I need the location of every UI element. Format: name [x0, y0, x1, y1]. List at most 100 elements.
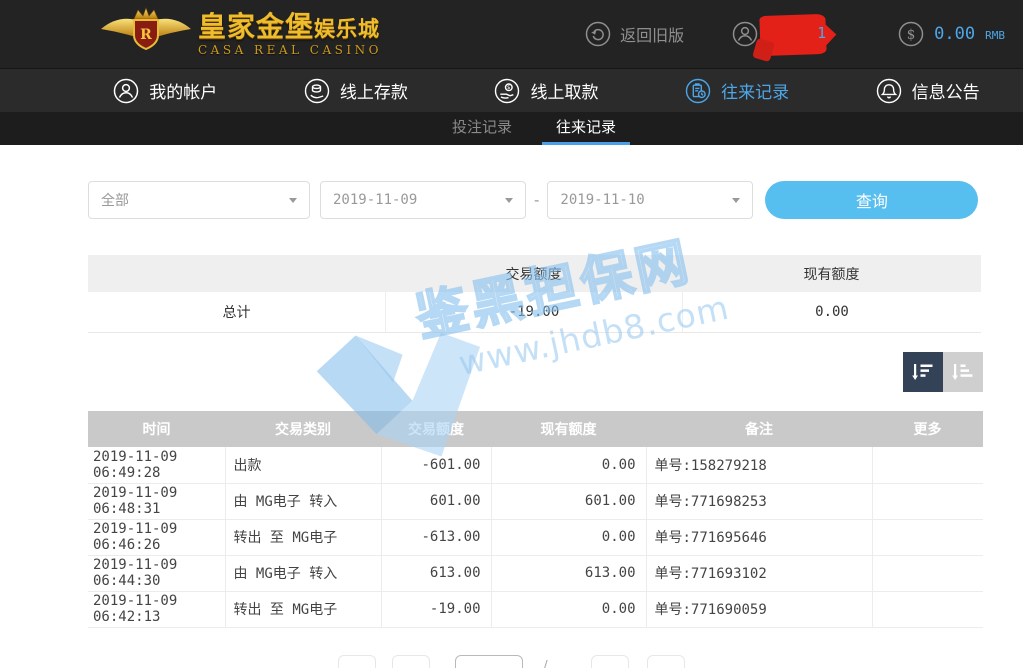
type-select[interactable]: 全部	[88, 181, 310, 219]
summary-header-transaction: 交易额度	[385, 264, 682, 284]
nav-item-online-withdrawal[interactable]: $ 线上取款	[451, 78, 642, 104]
first-page-button[interactable]	[338, 655, 376, 668]
cell-time: 2019-11-09 06:49:28	[88, 447, 225, 483]
withdraw-icon: $	[494, 78, 520, 104]
date-range-separator: -	[534, 191, 539, 209]
dollar-icon: $	[898, 21, 924, 47]
back-icon	[585, 21, 611, 47]
prev-page-button[interactable]	[392, 655, 430, 668]
records-table-header: 时间 交易类别 交易额度 现有额度 备注 更多	[88, 411, 983, 447]
sort-ascending-icon	[952, 361, 974, 383]
type-select-value: 全部	[101, 190, 129, 210]
date-from-select[interactable]: 2019-11-09	[320, 181, 526, 219]
cell-note: 单号:158279218	[646, 447, 872, 483]
cell-amount: 613.00	[381, 555, 491, 591]
deposit-icon	[304, 78, 330, 104]
cell-more	[872, 591, 983, 627]
main-nav: 我的帐户 线上存款 $ 线上取款 往来记录	[0, 68, 1023, 112]
cell-note: 单号:771693102	[646, 555, 872, 591]
chevron-down-icon	[732, 198, 740, 203]
sort-controls	[903, 352, 983, 392]
brand-subtitle: CASA REAL CASINO	[198, 44, 382, 56]
cell-time: 2019-11-09 06:48:31	[88, 483, 225, 519]
last-page-button[interactable]	[647, 655, 685, 668]
brand-title-main: 皇家金堡	[198, 10, 314, 43]
cell-amount: -613.00	[381, 519, 491, 555]
page-number-input[interactable]	[455, 655, 523, 668]
chevron-down-icon	[289, 198, 297, 203]
user-icon	[113, 78, 139, 104]
svg-text:$: $	[508, 85, 512, 91]
cell-more	[872, 447, 983, 483]
cell-more	[872, 555, 983, 591]
balance-display[interactable]: $ 0.00 RMB	[898, 21, 1005, 47]
col-header-balance: 现有额度	[491, 411, 646, 447]
search-button[interactable]: 查询	[765, 181, 978, 219]
nav-label: 我的帐户	[149, 78, 217, 103]
cell-more	[872, 519, 983, 555]
top-header: R 皇家金堡娱乐城 CASA REAL CASINO 返回旧版 1	[0, 0, 1023, 68]
table-row: 2019-11-09 06:48:31 由 MG电子 转入 601.00 601…	[88, 483, 983, 519]
table-row: 2019-11-09 06:49:28 出款 -601.00 0.00 单号:1…	[88, 447, 983, 483]
table-row: 2019-11-09 06:44:30 由 MG电子 转入 613.00 613…	[88, 555, 983, 591]
records-table: 时间 交易类别 交易额度 现有额度 备注 更多 2019-11-09 06:49…	[88, 411, 983, 628]
cell-type: 转出 至 MG电子	[225, 591, 381, 627]
records-icon	[685, 78, 711, 104]
summary-header-row: 交易额度 现有额度	[88, 255, 981, 292]
summary-balance-total: 0.00	[682, 292, 981, 332]
cell-note: 单号:771690059	[646, 591, 872, 627]
account-info[interactable]: 1	[732, 10, 828, 58]
back-to-old-version-link[interactable]: 返回旧版	[585, 21, 684, 47]
summary-header-balance: 现有额度	[682, 264, 981, 284]
date-to-select[interactable]: 2019-11-10	[547, 181, 753, 219]
date-to-value: 2019-11-10	[560, 192, 644, 208]
cell-amount: -19.00	[381, 591, 491, 627]
brand-emblem-icon: R	[100, 7, 192, 61]
cell-balance: 601.00	[491, 483, 646, 519]
nav-label: 线上存款	[340, 78, 408, 103]
transaction-records-page: { "header": { "logo": { "title_main": "皇…	[0, 0, 1023, 668]
nav-item-announcements[interactable]: 信息公告	[832, 78, 1023, 104]
pagination: /	[0, 655, 1023, 668]
nav-item-transaction-records[interactable]: 往来记录	[642, 78, 833, 104]
cell-note: 单号:771698253	[646, 483, 872, 519]
cell-balance: 0.00	[491, 519, 646, 555]
nav-item-my-account[interactable]: 我的帐户	[70, 78, 261, 104]
username-visible-char: 1	[817, 24, 826, 42]
page-count-separator: /	[543, 659, 547, 668]
balance-amount: 0.00	[934, 24, 975, 44]
cell-amount: 601.00	[381, 483, 491, 519]
chevron-down-icon	[505, 198, 513, 203]
tab-transaction-records[interactable]: 往来记录	[542, 112, 630, 145]
col-header-amount: 交易额度	[381, 411, 491, 447]
cell-balance: 0.00	[491, 447, 646, 483]
tab-betting-records[interactable]: 投注记录	[438, 112, 526, 145]
col-header-type: 交易类别	[225, 411, 381, 447]
sort-descending-button[interactable]	[903, 352, 943, 392]
brand-logo[interactable]: R 皇家金堡娱乐城 CASA REAL CASINO	[100, 7, 382, 61]
sort-descending-icon	[912, 361, 934, 383]
nav-label: 往来记录	[721, 78, 789, 103]
nav-label: 线上取款	[530, 78, 598, 103]
sort-ascending-button[interactable]	[943, 352, 983, 392]
svg-text:R: R	[140, 27, 152, 43]
summary-table: 交易额度 现有额度 总计 -19.00 0.00	[88, 255, 981, 333]
summary-transaction-total: -19.00	[385, 292, 682, 332]
cell-time: 2019-11-09 06:46:26	[88, 519, 225, 555]
balance-currency: RMB	[985, 29, 1005, 42]
summary-total-row: 总计 -19.00 0.00	[88, 292, 981, 332]
col-header-more: 更多	[872, 411, 983, 447]
col-header-time: 时间	[88, 411, 225, 447]
cell-more	[872, 483, 983, 519]
cell-type: 由 MG电子 转入	[225, 555, 381, 591]
cell-type: 出款	[225, 447, 381, 483]
cell-type: 由 MG电子 转入	[225, 483, 381, 519]
cell-amount: -601.00	[381, 447, 491, 483]
table-row: 2019-11-09 06:46:26 转出 至 MG电子 -613.00 0.…	[88, 519, 983, 555]
back-link-label: 返回旧版	[620, 22, 684, 46]
filter-row: 全部 2019-11-09 - 2019-11-10 查询	[88, 181, 1023, 219]
date-from-value: 2019-11-09	[333, 192, 417, 208]
user-icon	[732, 21, 758, 47]
next-page-button[interactable]	[591, 655, 629, 668]
nav-item-online-deposit[interactable]: 线上存款	[261, 78, 452, 104]
